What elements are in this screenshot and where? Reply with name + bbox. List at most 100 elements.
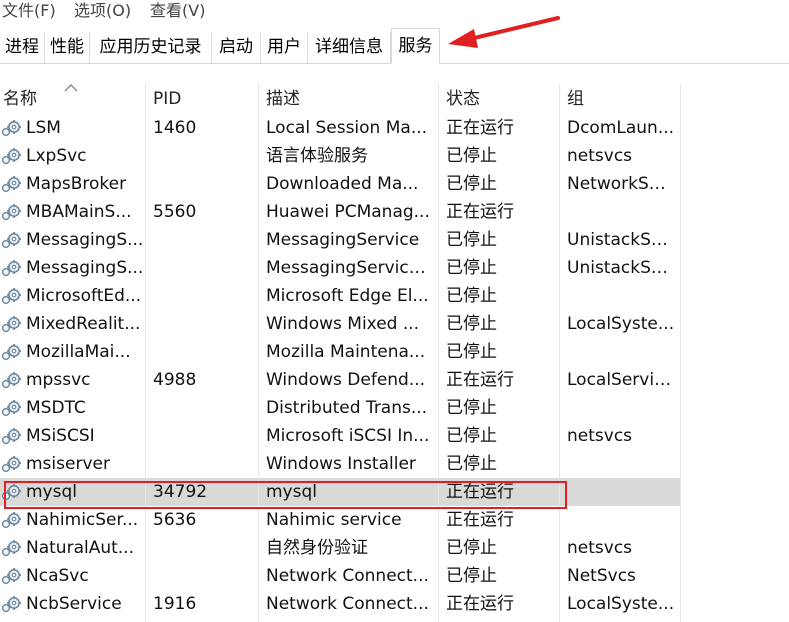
service-description: Downloaded Ma... bbox=[266, 174, 419, 194]
service-group: LocalServic... bbox=[567, 370, 675, 390]
service-description: Local Session Ma... bbox=[266, 118, 428, 138]
service-description: Huawei PCManag... bbox=[266, 202, 430, 222]
service-status: 正在运行 bbox=[446, 594, 514, 614]
service-status: 已停止 bbox=[446, 258, 497, 278]
gear-service-icon bbox=[1, 567, 22, 585]
sort-ascending-caret-icon[interactable] bbox=[64, 84, 78, 92]
service-status: 已停止 bbox=[446, 538, 497, 558]
service-row[interactable]: NaturalAut... 自然身份验证 已停止 netsvcs bbox=[0, 534, 680, 562]
service-row[interactable]: MBAMainS... 5560 Huawei PCManag... 正在运行 bbox=[0, 198, 680, 226]
column-divider[interactable] bbox=[559, 84, 560, 622]
service-group: UnistackSv... bbox=[567, 230, 675, 250]
service-name: LSM bbox=[26, 118, 61, 138]
service-row[interactable]: NcbService 1916 Network Connect... 正在运行 Loca… bbox=[0, 590, 680, 618]
service-pid bbox=[153, 310, 253, 338]
red-arrow-icon bbox=[448, 16, 560, 48]
gear-service-icon bbox=[1, 427, 22, 445]
tab-services[interactable]: 服务 bbox=[391, 28, 440, 64]
service-status: 已停止 bbox=[446, 230, 497, 250]
service-pid bbox=[153, 282, 253, 310]
service-status: 已停止 bbox=[446, 398, 497, 418]
tab-users[interactable]: 用户 bbox=[261, 32, 308, 63]
service-pid bbox=[153, 338, 253, 366]
column-divider[interactable] bbox=[680, 84, 681, 622]
column-header-name[interactable]: 名称 bbox=[3, 84, 37, 114]
column-header-group[interactable]: 组 bbox=[567, 84, 584, 114]
service-group bbox=[567, 338, 675, 366]
service-group: NetSvcs bbox=[567, 566, 636, 586]
service-name: MessagingS... bbox=[26, 230, 144, 250]
service-name: msiserver bbox=[26, 454, 110, 474]
service-group bbox=[567, 506, 675, 534]
service-pid bbox=[153, 562, 253, 590]
service-pid bbox=[153, 170, 253, 198]
service-row[interactable]: MixedRealit... Windows Mixed ... 已停止 LocalS… bbox=[0, 310, 680, 338]
tab-startup[interactable]: 启动 bbox=[212, 32, 261, 63]
service-description: Windows Defend... bbox=[266, 370, 426, 390]
service-description: Network Connect... bbox=[266, 594, 429, 614]
service-group bbox=[567, 198, 675, 226]
column-header-status[interactable]: 状态 bbox=[446, 84, 480, 114]
gear-service-icon bbox=[1, 595, 22, 613]
service-status: 已停止 bbox=[446, 146, 497, 166]
service-group: UnistackSv... bbox=[567, 258, 675, 278]
service-group bbox=[567, 450, 675, 478]
service-row[interactable]: mpssvc 4988 Windows Defend... 正在运行 LocalServ… bbox=[0, 366, 680, 394]
menu-view[interactable]: 查看(V) bbox=[150, 0, 205, 22]
service-description: Windows Installer bbox=[266, 454, 416, 474]
service-row[interactable]: MessagingS... MessagingService 已停止 Unistack… bbox=[0, 226, 680, 254]
service-pid bbox=[153, 394, 253, 422]
gear-service-icon bbox=[1, 371, 22, 389]
service-row[interactable]: NcaSvc Network Connect... 已停止 NetSvcs bbox=[0, 562, 680, 590]
column-divider[interactable] bbox=[258, 84, 259, 622]
gear-service-icon bbox=[1, 287, 22, 305]
service-row[interactable]: MSiSCSI Microsoft iSCSI In... 已停止 netsvcs bbox=[0, 422, 680, 450]
tab-app-history[interactable]: 应用历史记录 bbox=[90, 32, 212, 63]
service-description: MessagingService... bbox=[266, 258, 434, 278]
mysql-highlight-box bbox=[4, 481, 567, 509]
service-name: mpssvc bbox=[26, 370, 91, 390]
gear-service-icon bbox=[1, 259, 22, 277]
service-name: MSDTC bbox=[26, 398, 86, 418]
service-row[interactable]: msiserver Windows Installer 已停止 bbox=[0, 450, 680, 478]
service-status: 已停止 bbox=[446, 314, 497, 334]
menu-file[interactable]: 文件(F) bbox=[2, 0, 56, 22]
service-group: DcomLaun... bbox=[567, 118, 675, 138]
tab-details[interactable]: 详细信息 bbox=[308, 32, 391, 63]
gear-service-icon bbox=[1, 175, 22, 193]
service-pid: 1916 bbox=[153, 594, 197, 614]
column-divider[interactable] bbox=[438, 84, 439, 622]
tab-processes[interactable]: 进程 bbox=[0, 32, 45, 63]
service-description: Network Connect... bbox=[266, 566, 429, 586]
service-row[interactable]: LxpSvc 语言体验服务 已停止 netsvcs bbox=[0, 142, 680, 170]
tab-performance[interactable]: 性能 bbox=[45, 32, 90, 63]
service-group: LocalSyste... bbox=[567, 314, 675, 334]
column-header-pid[interactable]: PID bbox=[153, 84, 181, 114]
service-group: NetworkSe... bbox=[567, 174, 675, 194]
menu-options[interactable]: 选项(O) bbox=[74, 0, 131, 22]
gear-service-icon bbox=[1, 231, 22, 249]
column-divider[interactable] bbox=[145, 84, 146, 622]
gear-service-icon bbox=[1, 119, 22, 137]
service-pid: 1460 bbox=[153, 118, 197, 138]
service-description: MessagingService bbox=[266, 230, 420, 250]
service-row[interactable]: NahimicSer... 5636 Nahimic service 正在运行 bbox=[0, 506, 680, 534]
service-row[interactable]: MapsBroker Downloaded Ma... 已停止 NetworkSe..… bbox=[0, 170, 680, 198]
column-header-description[interactable]: 描述 bbox=[266, 84, 300, 114]
service-status: 已停止 bbox=[446, 454, 497, 474]
service-status: 正在运行 bbox=[446, 118, 514, 138]
service-status: 已停止 bbox=[446, 174, 497, 194]
service-name: NcaSvc bbox=[26, 566, 89, 586]
service-description: 语言体验服务 bbox=[266, 146, 368, 166]
service-status: 正在运行 bbox=[446, 510, 514, 530]
service-name: NahimicSer... bbox=[26, 510, 139, 530]
service-name: NcbService bbox=[26, 594, 122, 614]
service-pid: 5560 bbox=[153, 202, 197, 222]
service-row[interactable]: MicrosoftEd... Microsoft Edge El... 已停止 bbox=[0, 282, 680, 310]
service-row[interactable]: MessagingS... MessagingService... 已停止 Unist… bbox=[0, 254, 680, 282]
service-row[interactable]: MSDTC Distributed Trans... 已停止 bbox=[0, 394, 680, 422]
service-pid bbox=[153, 450, 253, 478]
service-row[interactable]: LSM 1460 Local Session Ma... 正在运行 DcomLaun..… bbox=[0, 114, 680, 142]
service-row[interactable]: MozillaMai... Mozilla Maintena... 已停止 bbox=[0, 338, 680, 366]
service-pid bbox=[153, 534, 253, 562]
